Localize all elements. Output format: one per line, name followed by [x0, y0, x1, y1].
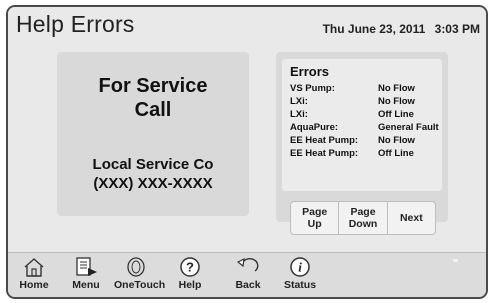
- error-device: EE Heat Pump:: [290, 135, 359, 146]
- home-icon: [24, 258, 44, 277]
- header: Help Errors Thu June 23, 2011 3:03 PM: [8, 7, 486, 45]
- error-row: VS Pump: No Flow: [290, 83, 442, 95]
- next-button[interactable]: Next: [387, 201, 436, 235]
- error-device: AquaPure:: [290, 122, 339, 133]
- errors-panel: Errors VS Pump: No Flow LXi: No Flow LXi…: [276, 52, 448, 235]
- error-row: AquaPure: General Fault: [290, 122, 442, 134]
- errors-title: Errors: [290, 64, 330, 79]
- errors-list: Errors VS Pump: No Flow LXi: No Flow LXi…: [282, 59, 442, 191]
- svg-text:?: ?: [186, 260, 194, 275]
- service-heading-line2: Call: [134, 99, 172, 121]
- nav-help-button[interactable]: ? Help: [168, 256, 212, 296]
- error-device: LXi:: [290, 109, 308, 120]
- error-device: VS Pump:: [290, 83, 335, 94]
- onetouch-icon: [127, 257, 145, 277]
- date-text: Thu June 23, 2011: [322, 22, 426, 36]
- page-up-button[interactable]: Page Up: [290, 201, 340, 235]
- nav-back-button[interactable]: Back: [226, 256, 270, 296]
- error-status: Off Line: [378, 148, 414, 159]
- error-row: LXi: Off Line: [290, 109, 442, 121]
- pager: Page Up Page Down Next: [290, 201, 436, 235]
- menu-icon: [76, 257, 97, 276]
- service-heading: For Service Call: [57, 74, 249, 122]
- nav-onetouch-button[interactable]: OneTouch: [114, 256, 166, 296]
- service-heading-line1: For Service: [98, 75, 208, 97]
- page-down-button[interactable]: Page Down: [339, 201, 388, 235]
- screen-frame: Help Errors Thu June 23, 2011 3:03 PM Fo…: [6, 5, 488, 299]
- back-icon: [236, 257, 259, 272]
- nav-home-label: Home: [19, 279, 49, 291]
- error-device: LXi:: [290, 96, 308, 107]
- error-status: No Flow: [378, 83, 415, 94]
- nav-status-button[interactable]: i Status: [278, 256, 322, 296]
- time-text: 3:03 PM: [434, 22, 480, 36]
- error-device: EE Heat Pump:: [290, 148, 359, 159]
- page-title: Help Errors: [16, 11, 135, 37]
- company-phone: (XXX) XXX-XXXX: [93, 175, 213, 192]
- nav-bar: Home Menu OneTouch ? Help Back i Status: [8, 252, 486, 297]
- nav-onetouch-label: OneTouch: [114, 279, 166, 291]
- nav-status-label: Status: [283, 279, 317, 291]
- company-name: Local Service Co: [92, 156, 214, 173]
- date-time: Thu June 23, 2011 3:03 PM: [317, 22, 480, 36]
- error-row: LXi: No Flow: [290, 96, 442, 108]
- indicator-dot: [453, 259, 458, 262]
- error-status: Off Line: [378, 109, 414, 120]
- nav-menu-button[interactable]: Menu: [64, 256, 108, 296]
- nav-back-label: Back: [235, 279, 261, 291]
- nav-home-button[interactable]: Home: [12, 256, 56, 296]
- error-status: General Fault: [378, 122, 439, 133]
- error-status: No Flow: [378, 96, 415, 107]
- svg-text:i: i: [298, 260, 302, 275]
- info-icon: i: [290, 257, 310, 277]
- nav-menu-label: Menu: [72, 279, 100, 291]
- help-icon: ?: [180, 257, 200, 277]
- error-status: No Flow: [378, 135, 415, 146]
- service-panel: For Service Call Local Service Co (XXX) …: [57, 52, 249, 216]
- error-row: EE Heat Pump: Off Line: [290, 148, 442, 160]
- service-company: Local Service Co (XXX) XXX-XXXX: [57, 155, 249, 193]
- error-row: EE Heat Pump: No Flow: [290, 135, 442, 147]
- nav-help-label: Help: [178, 279, 202, 291]
